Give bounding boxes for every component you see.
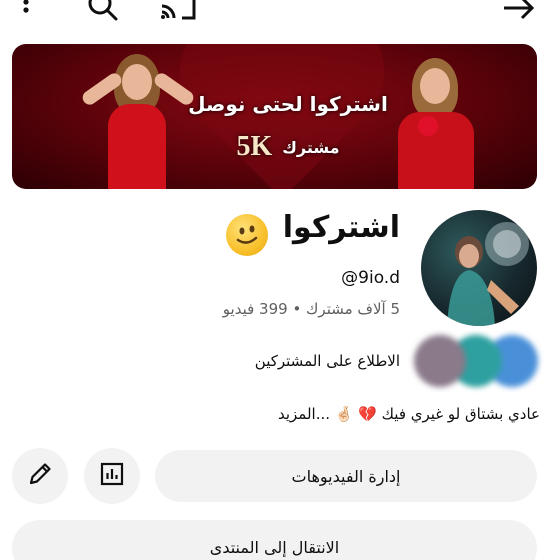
melting-face-emoji-icon (226, 214, 268, 256)
banner-goal: مشترك 5K (208, 128, 368, 166)
channel-name: اشتركوا (282, 210, 400, 245)
pencil-icon (26, 460, 54, 492)
banner-heart-shape (197, 44, 367, 189)
top-bar (0, 0, 560, 30)
channel-stats: 5 آلاف مشترك • 399 فيديو (222, 300, 400, 318)
go-to-community-button[interactable]: الانتقال إلى المنتدى (12, 520, 537, 560)
cast-icon[interactable] (158, 0, 198, 24)
bar-chart-icon (98, 460, 126, 492)
banner-goal-number: 5K (236, 131, 273, 162)
channel-handle: @9io.d (341, 268, 400, 288)
banner-figure-right (390, 56, 490, 189)
channel-description[interactable]: عادي بشتاق لو غيري فيك 💔 🤞🏻 ...المزيد (240, 405, 540, 423)
banner-goal-label: مشترك (282, 137, 340, 157)
more-vertical-icon[interactable] (14, 0, 38, 24)
edit-channel-button[interactable] (12, 448, 68, 504)
view-subscribers-link[interactable]: الاطلاع على المشتركين (236, 352, 400, 370)
banner-figure-left (72, 52, 202, 189)
search-icon[interactable] (86, 0, 120, 24)
subscriber-avatars[interactable] (400, 335, 538, 387)
channel-avatar[interactable] (421, 210, 537, 326)
analytics-button[interactable] (84, 448, 140, 504)
manage-videos-button[interactable]: إدارة الفيديوهات (155, 450, 537, 502)
channel-banner: اشتركوا لحتى نوصل مشترك 5K (12, 44, 537, 189)
forward-arrow-icon[interactable] (500, 0, 540, 24)
banner-headline: اشتركوا لحتى نوصل (188, 92, 388, 116)
